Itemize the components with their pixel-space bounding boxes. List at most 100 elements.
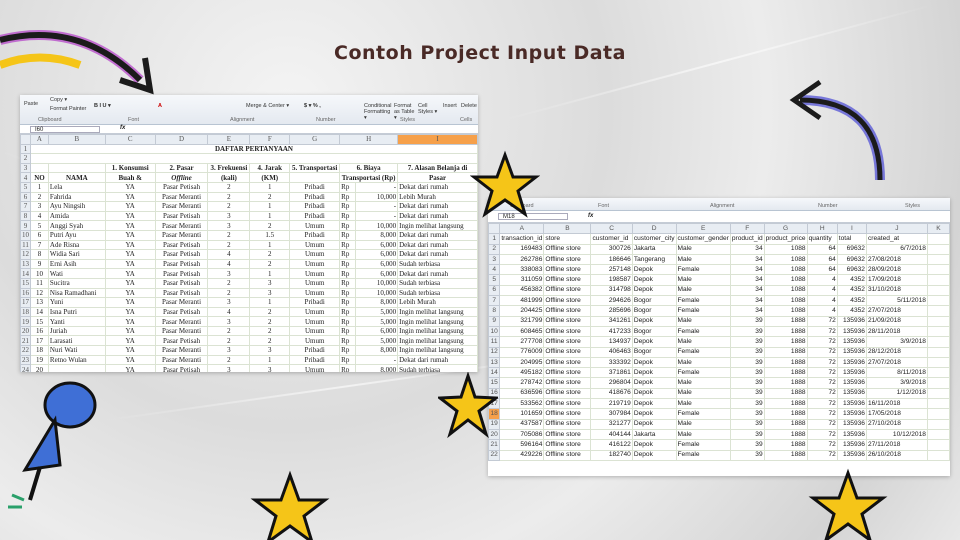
product-price-cell[interactable]: 1888	[763, 408, 808, 420]
empty-cell[interactable]	[926, 325, 950, 338]
header-cell[interactable]: created_at	[865, 233, 928, 245]
customer-city-cell[interactable]: Tangerang	[631, 253, 677, 266]
currency-cell[interactable]: Rp	[339, 306, 357, 318]
column-header-J[interactable]: J	[865, 222, 928, 235]
distance-cell[interactable]: 2	[249, 249, 291, 260]
cost-cell[interactable]: 6,000	[355, 325, 399, 337]
header-cell[interactable]: customer_gender	[675, 233, 731, 245]
quantity-cell[interactable]: 72	[806, 418, 838, 430]
column-header-H[interactable]: H	[339, 134, 399, 145]
product-id-cell[interactable]: 39	[729, 367, 765, 379]
transaction-id-cell[interactable]: 437587	[499, 418, 545, 430]
empty-cell[interactable]	[926, 387, 950, 400]
total-cell[interactable]: 69632	[836, 243, 867, 255]
customer-id-cell[interactable]: 134937	[590, 336, 633, 348]
transport-cell[interactable]: Pribadi	[289, 210, 341, 222]
cost-cell[interactable]: 10,000	[355, 287, 399, 299]
transaction-id-cell[interactable]: 311059	[499, 274, 545, 286]
distance-cell[interactable]: 2	[249, 220, 291, 231]
product-id-cell[interactable]: 34	[729, 264, 765, 276]
column-header-C[interactable]: C	[590, 222, 633, 235]
reason-cell[interactable]: Dekat dari rumah	[397, 354, 478, 366]
column-header-F[interactable]: F	[729, 222, 765, 235]
market-cell[interactable]: Pasar Petisah	[154, 364, 209, 372]
total-cell[interactable]: 135936	[836, 428, 867, 441]
insert-button[interactable]: Insert	[443, 103, 457, 109]
name-cell[interactable]: Sucitra	[47, 277, 106, 289]
customer-id-cell[interactable]: 417233	[590, 325, 633, 338]
row-number[interactable]: 1	[20, 143, 31, 155]
currency-cell[interactable]: Rp	[339, 364, 357, 372]
reason-cell[interactable]: Ingin melihat langsung	[397, 306, 478, 318]
product-price-cell[interactable]: 1888	[763, 346, 808, 358]
customer-city-cell[interactable]: Depok	[631, 367, 677, 379]
store-cell[interactable]: Offline store	[543, 449, 592, 461]
distance-cell[interactable]: 1	[249, 181, 291, 193]
product-id-cell[interactable]: 39	[729, 315, 765, 327]
transaction-id-cell[interactable]: 481999	[499, 295, 545, 307]
consumption-cell[interactable]: YA	[104, 354, 156, 366]
distance-cell[interactable]: 1.5	[249, 229, 291, 241]
row-number[interactable]: 24	[20, 364, 31, 372]
customer-gender-cell[interactable]: Female	[675, 325, 731, 338]
header-cell[interactable]: customer_id	[590, 233, 633, 245]
empty-cell[interactable]	[926, 336, 950, 348]
reason-cell[interactable]: Sudah terbiasa	[397, 277, 478, 289]
customer-city-cell[interactable]: Depok	[631, 387, 677, 400]
quantity-cell[interactable]: 72	[806, 367, 838, 379]
cell[interactable]	[47, 162, 106, 174]
name-cell[interactable]: Ayu Ningsih	[47, 201, 106, 212]
reason-cell[interactable]: Dekat dari rumah	[397, 210, 478, 222]
customer-id-cell[interactable]: 404144	[590, 428, 633, 441]
store-cell[interactable]: Offline store	[543, 408, 592, 420]
product-price-cell[interactable]: 1888	[763, 356, 808, 369]
currency-cell[interactable]: Rp	[339, 229, 357, 241]
name-cell[interactable]: Isna Putri	[47, 306, 106, 318]
reason-cell[interactable]: Ingin melihat langsung	[397, 345, 478, 356]
reason-cell[interactable]: Ingin melihat langsung	[397, 316, 478, 327]
product-id-cell[interactable]: 34	[729, 295, 765, 307]
cost-cell[interactable]: 6,000	[355, 268, 399, 279]
market-cell[interactable]: Pasar Meranti	[154, 191, 209, 203]
no-cell[interactable]: 18	[30, 345, 49, 356]
header-cell[interactable]: Offline	[154, 172, 209, 183]
currency-cell[interactable]: Rp	[339, 297, 357, 308]
distance-cell[interactable]: 3	[249, 277, 291, 289]
reason-cell[interactable]: Dekat dari rumah	[397, 268, 478, 279]
column-header-A[interactable]: A	[499, 222, 545, 235]
cost-cell[interactable]: 6,000	[355, 258, 399, 270]
row-number[interactable]: 7	[488, 295, 501, 307]
quantity-cell[interactable]: 72	[806, 356, 838, 369]
reason-cell[interactable]: Dekat dari rumah	[397, 181, 478, 193]
created-at-cell[interactable]: 27/08/2018	[865, 253, 928, 266]
total-cell[interactable]: 135936	[836, 377, 867, 389]
total-cell[interactable]: 135936	[836, 398, 867, 410]
row-number[interactable]: 3	[20, 162, 31, 174]
reason-cell[interactable]: Dekat dari rumah	[397, 239, 478, 251]
quantity-cell[interactable]: 72	[806, 346, 838, 358]
consumption-cell[interactable]: YA	[104, 345, 156, 356]
empty-cell[interactable]	[926, 367, 950, 379]
quantity-cell[interactable]: 64	[806, 243, 838, 255]
no-cell[interactable]: 8	[30, 249, 49, 260]
quantity-cell[interactable]: 4	[806, 274, 838, 286]
consumption-cell[interactable]: YA	[104, 364, 156, 372]
total-cell[interactable]: 135936	[836, 418, 867, 430]
row-number[interactable]: 6	[20, 191, 31, 203]
transaction-id-cell[interactable]: 338083	[499, 264, 545, 276]
name-cell[interactable]: Yuni	[47, 297, 106, 308]
total-cell[interactable]: 135936	[836, 367, 867, 379]
product-price-cell[interactable]: 1888	[763, 315, 808, 327]
created-at-cell[interactable]: 16/11/2018	[865, 398, 928, 410]
reason-cell[interactable]: Dekat dari rumah	[397, 201, 478, 212]
customer-id-cell[interactable]: 257148	[590, 264, 633, 276]
quantity-cell[interactable]: 4	[806, 305, 838, 317]
consumption-cell[interactable]: YA	[104, 287, 156, 299]
no-cell[interactable]: 1	[30, 181, 49, 193]
customer-gender-cell[interactable]: Female	[675, 295, 731, 307]
column-header-E[interactable]: E	[675, 222, 731, 235]
store-cell[interactable]: Offline store	[543, 356, 592, 369]
consumption-cell[interactable]: YA	[104, 201, 156, 212]
store-cell[interactable]: Offline store	[543, 398, 592, 410]
reason-cell[interactable]: Lebih Murah	[397, 297, 478, 308]
